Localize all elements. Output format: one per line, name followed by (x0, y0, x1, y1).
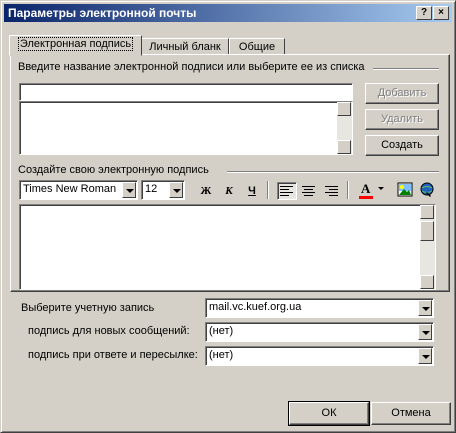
insert-hyperlink-button[interactable] (419, 182, 435, 198)
globe-link-icon (420, 182, 434, 197)
account-value: mail.vc.kuef.org.ua (209, 301, 302, 313)
toolbar-separator (267, 181, 269, 199)
tab-stationery-label: Личный бланк (149, 41, 221, 53)
signature-group-caption: Введите название электронной подписи или… (18, 61, 365, 73)
new-message-signature-value: (нет) (209, 325, 234, 337)
tab-general[interactable]: Общие (229, 38, 285, 54)
toolbar-separator (347, 181, 349, 199)
insert-picture-button[interactable] (397, 182, 413, 198)
cancel-button[interactable]: Отмена (371, 402, 451, 425)
font-name-select[interactable]: Times New Roman (19, 180, 138, 200)
chevron-down-icon[interactable] (122, 182, 136, 198)
account-select[interactable]: mail.vc.kuef.org.ua (205, 298, 434, 318)
italic-button[interactable]: К (219, 182, 239, 200)
font-size-select[interactable]: 12 (141, 180, 185, 200)
account-label: Выберите учетную запись (21, 302, 155, 314)
editor-scrollbar[interactable] (420, 205, 435, 289)
font-size-value: 12 (145, 183, 158, 195)
font-color-button[interactable]: A (357, 181, 375, 201)
new-message-signature-select[interactable]: (нет) (205, 322, 434, 342)
reply-signature-select[interactable]: (нет) (205, 346, 434, 366)
underline-button[interactable]: Ч (242, 182, 262, 200)
group-divider (373, 68, 439, 70)
align-center-button[interactable] (300, 182, 318, 200)
signature-name-input[interactable] (19, 83, 353, 101)
chevron-down-icon[interactable] (418, 324, 432, 340)
delete-button[interactable]: Удалить (365, 109, 439, 130)
picture-icon (397, 182, 413, 197)
font-name-value: Times New Roman (23, 183, 117, 195)
chevron-down-icon[interactable] (169, 182, 183, 198)
chevron-down-icon[interactable] (378, 187, 384, 190)
scroll-down-button[interactable] (420, 275, 434, 289)
add-button[interactable]: Добавить (365, 83, 439, 104)
bold-button[interactable]: Ж (196, 182, 216, 200)
align-left-icon (280, 186, 293, 196)
new-message-signature-label: подпись для новых сообщений: (28, 325, 190, 337)
ok-button[interactable]: ОК (288, 401, 370, 426)
email-options-dialog: Параметры электронной почты ? × Электрон… (0, 0, 456, 433)
reply-signature-value: (нет) (209, 349, 234, 361)
tab-signature-label: Электронная подпись (17, 37, 134, 51)
chevron-down-icon[interactable] (418, 300, 432, 316)
tab-general-label: Общие (238, 41, 276, 53)
create-button[interactable]: Создать (365, 135, 439, 156)
window-title: Параметры электронной почты (8, 6, 197, 20)
align-center-icon (302, 186, 315, 196)
tab-signature[interactable]: Электронная подпись (9, 35, 142, 56)
scroll-down-button[interactable] (337, 140, 351, 154)
chevron-down-icon[interactable] (418, 348, 432, 364)
signature-list-scrollbar[interactable] (337, 102, 352, 154)
title-bar[interactable]: Параметры электронной почты ? × (4, 4, 452, 22)
font-color-icon: A (361, 181, 371, 196)
font-color-bar (359, 196, 373, 199)
scroll-up-button[interactable] (420, 205, 434, 219)
tab-stationery[interactable]: Личный бланк (141, 38, 229, 54)
editor-divider (227, 171, 439, 173)
signature-list[interactable] (19, 101, 353, 155)
scroll-thumb[interactable] (420, 221, 434, 241)
align-left-button[interactable] (277, 182, 297, 200)
close-button[interactable]: × (433, 6, 449, 20)
signature-editor[interactable] (19, 204, 436, 290)
align-right-icon (325, 186, 338, 196)
help-button[interactable]: ? (416, 6, 432, 20)
reply-signature-label: подпись при ответе и пересылке: (28, 349, 198, 361)
scroll-up-button[interactable] (337, 102, 351, 116)
editor-group-caption: Создайте свою электронную подпись (18, 164, 209, 176)
align-right-button[interactable] (323, 182, 341, 200)
